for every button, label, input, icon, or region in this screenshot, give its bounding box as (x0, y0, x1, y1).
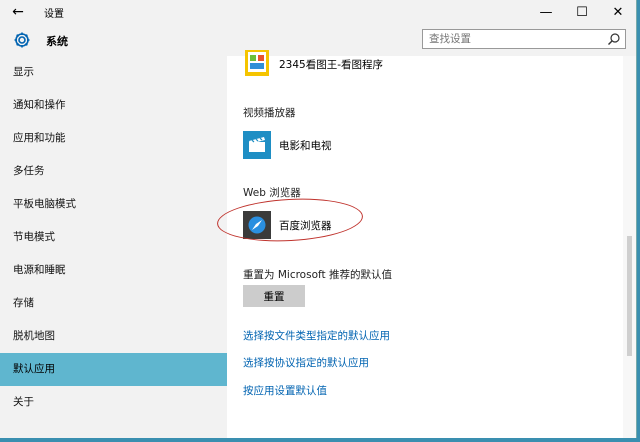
sidebar-item-offline-maps[interactable]: 脱机地图 (0, 320, 227, 353)
close-button[interactable]: ✕ (600, 0, 636, 24)
back-arrow-icon: ← (12, 4, 24, 20)
search-icon (608, 33, 620, 45)
video-player-label: 视频播放器 (243, 107, 296, 119)
sidebar-item-tablet-mode[interactable]: 平板电脑模式 (0, 188, 227, 221)
sidebar-item-multitasking[interactable]: 多任务 (0, 155, 227, 188)
sidebar-item-power-sleep[interactable]: 电源和睡眠 (0, 254, 227, 287)
content-scrollbar[interactable] (623, 56, 636, 438)
back-button[interactable]: ← (0, 0, 36, 24)
window-title: 设置 (44, 8, 64, 20)
search-input[interactable] (423, 31, 606, 47)
scrollbar-thumb[interactable] (627, 236, 632, 356)
sidebar-item-default-apps[interactable]: 默认应用 (0, 353, 227, 386)
photo-viewer-app-name: 2345看图王-看图程序 (279, 58, 384, 71)
content-pane: 2345看图王-看图程序 视频播放器 电影和电视 Web 浏览器 百度浏览器 重… (216, 50, 623, 438)
link-set-defaults-by-app[interactable]: 按应用设置默认值 (243, 383, 327, 398)
photo-viewer-default[interactable]: 2345看图王-看图程序 (243, 50, 383, 78)
sidebar-item-about[interactable]: 关于 (0, 386, 227, 419)
link-default-by-file-type[interactable]: 选择按文件类型指定的默认应用 (243, 328, 390, 343)
sidebar-item-battery-saver[interactable]: 节电模式 (0, 221, 227, 254)
settings-window: ← 设置 — ☐ ✕ 系统 显示 通知和操作 应用和功能 (0, 0, 637, 438)
page-title: 系统 (46, 35, 68, 48)
web-browser-label: Web 浏览器 (243, 187, 301, 199)
window-controls: — ☐ ✕ (528, 0, 636, 24)
sidebar-item-storage[interactable]: 存储 (0, 287, 227, 320)
reset-description: 重置为 Microsoft 推荐的默认值 (243, 269, 392, 281)
video-player-default[interactable]: 电影和电视 (243, 131, 332, 159)
sidebar-item-display[interactable]: 显示 (0, 56, 227, 89)
search-box[interactable] (422, 29, 626, 49)
film-icon (243, 131, 271, 159)
title-bar: ← 设置 — ☐ ✕ (0, 0, 636, 24)
maximize-button[interactable]: ☐ (564, 0, 600, 24)
reset-button[interactable]: 重置 (243, 285, 305, 307)
sidebar-item-apps-features[interactable]: 应用和功能 (0, 122, 227, 155)
gear-icon (14, 32, 30, 48)
link-default-by-protocol[interactable]: 选择按协议指定的默认应用 (243, 355, 369, 370)
sidebar: 显示 通知和操作 应用和功能 多任务 平板电脑模式 节电模式 电源和睡眠 存储 … (0, 56, 227, 438)
minimize-button[interactable]: — (528, 0, 564, 24)
highlight-circle-annotation (216, 195, 364, 245)
sidebar-item-notifications[interactable]: 通知和操作 (0, 89, 227, 122)
photo-viewer-app-icon (243, 50, 271, 78)
video-player-app-name: 电影和电视 (279, 139, 332, 152)
